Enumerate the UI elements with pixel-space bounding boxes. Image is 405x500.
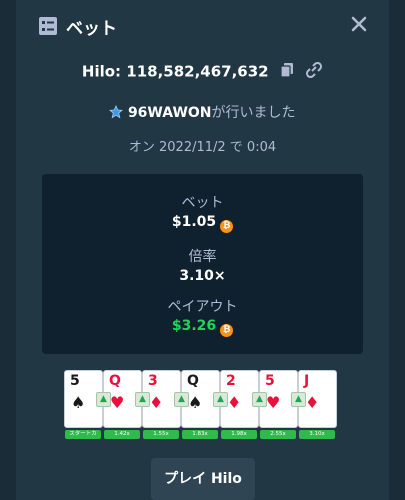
higher-arrow-icon: ▲ [174,392,189,407]
card-suit-icon: ♥ [110,393,125,412]
multiplier-value: 3.10× [179,268,226,284]
bet-value-row: $1.05 ₿ [42,214,363,233]
card-multiplier-badge: スタートカ [65,430,101,439]
card-suit-icon: ♠ [188,393,203,412]
copy-icon[interactable] [280,62,294,82]
card-rank: Q [109,373,121,389]
card-suit-icon: ♥ [266,393,281,412]
card-rank: 2 [226,373,236,389]
card-multiplier-badge: 2.55x [260,430,296,439]
player-line: 96WAWONが行いました [16,102,389,122]
bet-value: $1.05 [171,214,217,230]
payout-stat: ペイアウト $3.26 ₿ [42,296,363,337]
link-icon[interactable] [305,61,323,82]
higher-arrow-icon: ▲ [252,392,267,407]
higher-arrow-icon: ▲ [96,392,111,407]
card-multiplier-badge: 1.83x [182,430,218,439]
vip-star-icon [109,105,127,121]
higher-arrow-icon: ▲ [213,392,228,407]
card-rank: 5 [70,373,80,389]
card-rank: 3 [148,373,158,389]
bet-list-icon [38,16,58,36]
payout-value: $3.26 [171,318,217,334]
card-rank: J [304,373,310,389]
game-id: Hilo: 118,582,467,632 [81,62,269,81]
higher-arrow-icon: ▲ [135,392,150,407]
multiplier-stat: 倍率 3.10× [42,246,363,284]
card-multiplier-badge: 1.55x [143,430,179,439]
bitcoin-icon: ₿ [220,324,234,337]
card-history: 5 ♠ スタートカ Q ♥ ▲ 1.42x 3 ♦ ▲ 1.55x Q ♠ ▲ 1.83x 2 ♦ ▲ 1.98x 5… [64,370,344,440]
higher-arrow-icon: ▲ [291,392,306,407]
play-hilo-button[interactable]: プレイ Hilo [151,458,255,500]
card-multiplier-badge: 1.42x [104,430,140,439]
bitcoin-icon: ₿ [220,220,234,233]
payout-value-row: $3.26 ₿ [42,318,363,337]
modal-title: ベット [66,19,117,39]
card-suit-icon: ♦ [305,393,320,412]
bet-date: オン 2022/11/2 で 0:04 [128,140,277,155]
card-suit-icon: ♦ [149,393,164,412]
player-name[interactable]: 96WAWON [128,105,212,121]
card-rank: 5 [265,373,275,389]
bet-detail-modal: ベット Hilo: 118,582,467,632 96WAWONが行いました … [16,0,389,500]
card-suit-icon: ♦ [227,393,242,412]
bet-amount-stat: ベット $1.05 ₿ [42,192,363,233]
player-suffix: が行いました [211,105,296,121]
card-suit-icon: ♠ [71,393,86,412]
card-multiplier-badge: 1.98x [221,430,257,439]
card-multiplier-badge: 3.10x [299,430,335,439]
close-icon[interactable] [349,14,369,34]
game-id-row: Hilo: 118,582,467,632 [16,61,389,82]
modal-header: ベット [16,0,389,52]
payout-label: ペイアウト [167,299,238,315]
card-rank: Q [187,373,199,389]
multiplier-label: 倍率 [188,249,217,265]
bet-label: ベット [181,195,224,211]
bet-stats-box: ベット $1.05 ₿ 倍率 3.10× ペイアウト $3.26 ₿ [42,174,363,354]
